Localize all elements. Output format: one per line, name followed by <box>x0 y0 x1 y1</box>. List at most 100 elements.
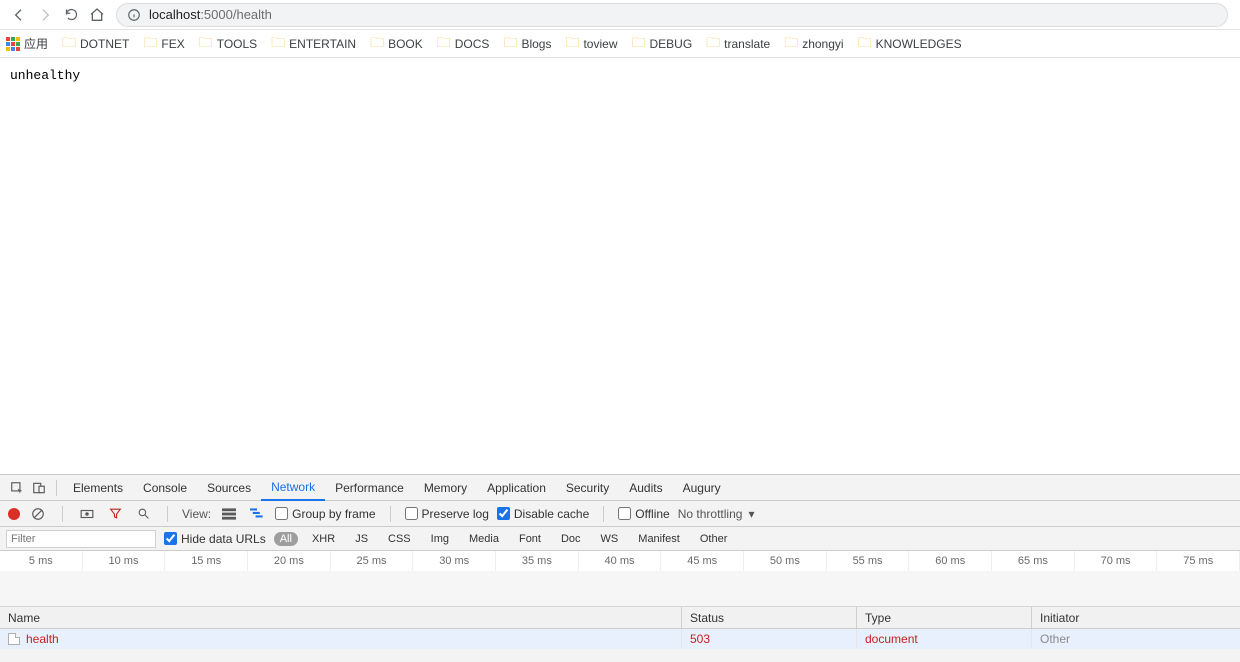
request-name: health <box>26 632 59 646</box>
apps-shortcut[interactable]: 应用 <box>6 35 48 52</box>
col-initiator[interactable]: Initiator <box>1032 607 1240 628</box>
bookmark-item[interactable]: 🗀Blogs <box>503 32 551 56</box>
col-status[interactable]: Status <box>682 607 857 628</box>
cell-initiator: Other <box>1032 629 1240 649</box>
tab-augury[interactable]: Augury <box>673 475 731 501</box>
offline-label: Offline <box>635 507 669 521</box>
bookmark-label: TOOLS <box>217 37 257 51</box>
device-toggle-icon[interactable] <box>28 477 50 499</box>
folder-icon: 🗀 <box>199 32 213 56</box>
filter-type-manifest[interactable]: Manifest <box>632 532 686 546</box>
filter-type-ws[interactable]: WS <box>595 532 625 546</box>
address-bar[interactable]: localhost:5000/health <box>116 3 1228 27</box>
clear-icon[interactable] <box>28 504 48 524</box>
record-button[interactable] <box>8 508 20 520</box>
timeline-tick: 40 ms <box>579 551 662 571</box>
network-filter-bar: Hide data URLs All XHR JS CSS Img Media … <box>0 527 1240 551</box>
devtools-panel: Elements Console Sources Network Perform… <box>0 474 1240 662</box>
reload-button[interactable] <box>58 2 84 28</box>
tab-sources[interactable]: Sources <box>197 475 261 501</box>
network-timeline[interactable]: 5 ms 10 ms 15 ms 20 ms 25 ms 30 ms 35 ms… <box>0 551 1240 607</box>
tab-network[interactable]: Network <box>261 475 325 501</box>
browser-toolbar: localhost:5000/health <box>0 0 1240 30</box>
timeline-tick: 75 ms <box>1157 551 1240 571</box>
filter-type-css[interactable]: CSS <box>382 532 417 546</box>
filter-type-js[interactable]: JS <box>349 532 374 546</box>
devtools-tabbar: Elements Console Sources Network Perform… <box>0 475 1240 501</box>
folder-icon: 🗀 <box>631 32 645 56</box>
disable-cache-checkbox[interactable]: Disable cache <box>497 507 589 521</box>
back-button[interactable] <box>6 2 32 28</box>
tab-application[interactable]: Application <box>477 475 556 501</box>
folder-icon: 🗀 <box>565 32 579 56</box>
filter-type-other[interactable]: Other <box>694 532 734 546</box>
view-label: View: <box>182 507 211 521</box>
filter-type-media[interactable]: Media <box>463 532 505 546</box>
search-icon[interactable] <box>133 504 153 524</box>
timeline-tick: 25 ms <box>331 551 414 571</box>
bookmark-label: KNOWLEDGES <box>876 37 962 51</box>
throttling-select[interactable]: No throttling ▾ <box>678 507 755 521</box>
timeline-ruler: 5 ms 10 ms 15 ms 20 ms 25 ms 30 ms 35 ms… <box>0 551 1240 571</box>
response-text: unhealthy <box>10 68 80 83</box>
disable-cache-label: Disable cache <box>514 507 589 521</box>
inspect-icon[interactable] <box>6 477 28 499</box>
home-button[interactable] <box>84 2 110 28</box>
waterfall-icon[interactable] <box>247 504 267 524</box>
timeline-tick: 30 ms <box>413 551 496 571</box>
bookmark-item[interactable]: 🗀DOTNET <box>62 32 129 56</box>
col-name[interactable]: Name <box>0 607 682 628</box>
bookmark-label: DOTNET <box>80 37 129 51</box>
tab-audits[interactable]: Audits <box>619 475 672 501</box>
filter-type-font[interactable]: Font <box>513 532 547 546</box>
bookmark-item[interactable]: 🗀FEX <box>143 32 184 56</box>
preserve-log-checkbox[interactable]: Preserve log <box>405 507 489 521</box>
filter-type-xhr[interactable]: XHR <box>306 532 341 546</box>
network-row[interactable]: health 503 document Other <box>0 629 1240 649</box>
bookmark-item[interactable]: 🗀 TOOLS <box>199 32 257 56</box>
folder-icon: 🗀 <box>437 32 451 56</box>
site-info-icon[interactable] <box>127 8 141 22</box>
bookmark-item[interactable]: 🗀BOOK <box>370 32 423 56</box>
folder-icon: 🗀 <box>858 32 872 56</box>
preserve-log-label: Preserve log <box>422 507 489 521</box>
bookmark-label: toview <box>583 37 617 51</box>
filter-type-all[interactable]: All <box>274 532 298 546</box>
folder-icon: 🗀 <box>143 32 157 56</box>
bookmark-item[interactable]: 🗀DEBUG <box>631 32 692 56</box>
cell-status: 503 <box>682 629 857 649</box>
offline-checkbox[interactable]: Offline <box>618 507 669 521</box>
tab-console[interactable]: Console <box>133 475 197 501</box>
group-by-frame-checkbox[interactable]: Group by frame <box>275 507 375 521</box>
folder-icon: 🗀 <box>706 32 720 56</box>
bookmarks-bar: 应用 🗀DOTNET 🗀FEX 🗀TOOLS 🗀ENTERTAIN 🗀BOOK … <box>0 30 1240 58</box>
filter-input[interactable] <box>6 530 156 548</box>
timeline-tick: 20 ms <box>248 551 331 571</box>
group-by-frame-label: Group by frame <box>292 507 375 521</box>
bookmark-item[interactable]: 🗀DOCS <box>437 32 490 56</box>
apps-label: 应用 <box>24 35 48 52</box>
filter-type-doc[interactable]: Doc <box>555 532 587 546</box>
forward-button[interactable] <box>32 2 58 28</box>
bookmark-item[interactable]: 🗀zhongyi <box>784 32 843 56</box>
col-type[interactable]: Type <box>857 607 1032 628</box>
bookmark-label: ENTERTAIN <box>289 37 356 51</box>
url-host: localhost <box>149 7 200 22</box>
tab-performance[interactable]: Performance <box>325 475 414 501</box>
timeline-tick: 45 ms <box>661 551 744 571</box>
filter-type-img[interactable]: Img <box>425 532 455 546</box>
bookmark-item[interactable]: 🗀 KNOWLEDGES <box>858 32 962 56</box>
record-filmstrip-icon[interactable] <box>77 504 97 524</box>
filter-icon[interactable] <box>105 504 125 524</box>
tab-security[interactable]: Security <box>556 475 619 501</box>
bookmark-item[interactable]: 🗀 toview <box>565 32 617 56</box>
bookmark-item[interactable]: 🗀translate <box>706 32 770 56</box>
bookmark-label: BOOK <box>388 37 423 51</box>
bookmark-item[interactable]: 🗀ENTERTAIN <box>271 32 356 56</box>
large-rows-icon[interactable] <box>219 504 239 524</box>
hide-data-urls-checkbox[interactable]: Hide data URLs <box>164 532 266 546</box>
tab-elements[interactable]: Elements <box>63 475 133 501</box>
url-path: /health <box>233 7 272 22</box>
timeline-tick: 60 ms <box>909 551 992 571</box>
tab-memory[interactable]: Memory <box>414 475 477 501</box>
